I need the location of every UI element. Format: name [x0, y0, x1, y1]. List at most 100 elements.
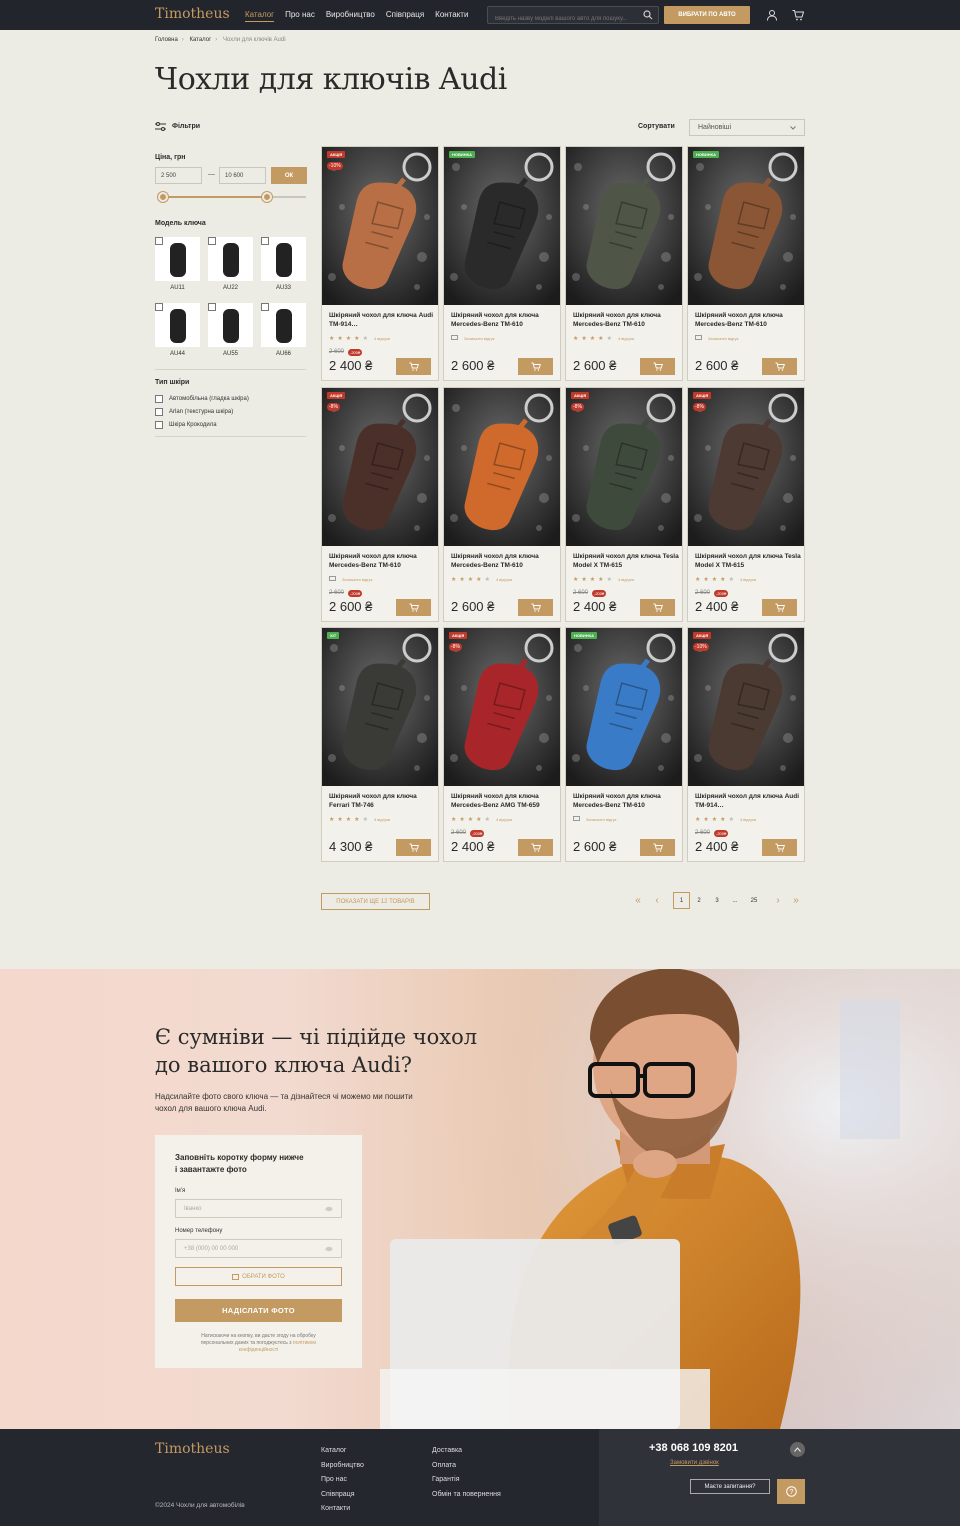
product-card[interactable]: АКЦІЯ -8% Шкіряний чохол для ключа Tesla M…	[565, 387, 683, 622]
checkbox[interactable]	[155, 395, 163, 403]
footer-link[interactable]: Доставка	[432, 1444, 501, 1459]
product-card[interactable]: Шкіряний чохол для ключа Mercedes-Benz T…	[443, 387, 561, 622]
choose-by-car-button[interactable]: ВИБРАТИ ПО АВТО	[664, 6, 750, 24]
page-3[interactable]: 3	[711, 892, 723, 909]
footer-link[interactable]: Гарантія	[432, 1473, 501, 1488]
product-card[interactable]: Шкіряний чохол для ключа Mercedes-Benz T…	[565, 146, 683, 381]
footer-link[interactable]: Обмін та повернення	[432, 1488, 501, 1503]
leave-review[interactable]: Залишити відгук	[573, 816, 616, 822]
review-count[interactable]: 4 відгуки	[618, 577, 634, 582]
checkbox[interactable]	[155, 408, 163, 416]
add-to-cart-button[interactable]	[518, 839, 553, 856]
leather-option-automotive[interactable]: Автомобільна (гладка шкіра)	[155, 395, 249, 403]
callback-link[interactable]: Замовити дзвінок	[670, 1460, 719, 1466]
nav-about[interactable]: Про нас	[285, 10, 315, 22]
checkbox[interactable]	[155, 421, 163, 429]
leather-option-crocodile[interactable]: Шкіра Крокодила	[155, 421, 217, 429]
product-image[interactable]: АКЦІЯ -8%	[322, 388, 438, 546]
checkbox[interactable]	[261, 237, 269, 245]
review-count[interactable]: 4 відгуки	[740, 817, 756, 822]
product-image[interactable]	[444, 388, 560, 546]
product-title[interactable]: Шкіряний чохол для ключа Mercedes-Benz T…	[329, 552, 435, 570]
price-ok-button[interactable]: ОК	[271, 167, 307, 184]
checkbox[interactable]	[155, 237, 163, 245]
product-card[interactable]: АКЦІЯ -10% Шкіряний чохол для ключа Audi T…	[321, 146, 439, 381]
footer-link[interactable]: Каталог	[321, 1444, 364, 1459]
product-title[interactable]: Шкіряний чохол для ключа Ferrari TM-746	[329, 792, 435, 810]
product-card[interactable]: НОВИНКА Шкіряний чохол для ключа Mercedes…	[687, 146, 805, 381]
add-to-cart-button[interactable]	[762, 839, 797, 856]
page-2[interactable]: 2	[693, 892, 705, 909]
add-to-cart-button[interactable]	[518, 358, 553, 375]
product-image[interactable]: АКЦІЯ -10%	[688, 628, 804, 786]
review-count[interactable]: 4 відгуки	[374, 336, 390, 341]
leather-option-arlan[interactable]: Arlan (текстурна шкіра)	[155, 408, 233, 416]
price-slider-max-handle[interactable]	[261, 192, 272, 202]
leave-review[interactable]: Залишити відгук	[329, 576, 372, 582]
product-title[interactable]: Шкіряний чохол для ключа Mercedes-Benz T…	[573, 311, 679, 329]
footer-link[interactable]: Контакти	[321, 1502, 364, 1517]
product-card[interactable]: НОВИНКА Шкіряний чохол для ключа Mercedes…	[443, 146, 561, 381]
product-image[interactable]: АКЦІЯ -8%	[444, 628, 560, 786]
product-title[interactable]: Шкіряний чохол для ключа Mercedes-Benz T…	[695, 311, 801, 329]
review-count[interactable]: 4 відгуки	[374, 817, 390, 822]
footer-link[interactable]: Співпраця	[321, 1488, 364, 1503]
breadcrumb-catalog[interactable]: Каталог	[189, 37, 211, 43]
product-title[interactable]: Шкіряний чохол для ключа Mercedes-Benz T…	[573, 792, 679, 810]
add-to-cart-button[interactable]	[640, 599, 675, 616]
key-model-option[interactable]	[155, 303, 200, 347]
product-card[interactable]: АКЦІЯ -10% Шкіряний чохол для ключа Audi T…	[687, 627, 805, 862]
nav-catalog[interactable]: Каталог	[245, 10, 275, 22]
key-model-option[interactable]	[155, 237, 200, 281]
cart-icon[interactable]	[792, 9, 804, 21]
checkbox[interactable]	[208, 237, 216, 245]
nav-contacts[interactable]: Контакти	[435, 10, 468, 22]
filters-heading[interactable]: Фільтри	[155, 122, 200, 131]
product-title[interactable]: Шкіряний чохол для ключа Mercedes-Benz T…	[451, 552, 557, 570]
search-icon[interactable]	[643, 10, 653, 20]
key-model-option[interactable]	[208, 303, 253, 347]
leave-review[interactable]: Залишити відгук	[451, 335, 494, 341]
footer-logo[interactable]: Timotheus	[155, 1441, 230, 1457]
add-to-cart-button[interactable]	[640, 358, 675, 375]
search-input[interactable]	[488, 11, 638, 27]
add-to-cart-button[interactable]	[762, 599, 797, 616]
product-title[interactable]: Шкіряний чохол для ключа Tesla Model X T…	[695, 552, 801, 570]
first-page-icon[interactable]: «	[632, 892, 644, 909]
product-title[interactable]: Шкіряний чохол для ключа Audi TM-914…	[695, 792, 801, 810]
product-image[interactable]: АКЦІЯ -8%	[688, 388, 804, 546]
user-icon[interactable]	[766, 9, 778, 21]
breadcrumb-home[interactable]: Головна	[155, 37, 178, 43]
review-count[interactable]: 4 відгуки	[740, 577, 756, 582]
nav-cooperation[interactable]: Співпраця	[386, 10, 424, 22]
footer-phone[interactable]: +38 068 109 8201	[649, 1442, 738, 1454]
price-to-input[interactable]: 10 600	[219, 167, 266, 184]
add-to-cart-button[interactable]	[640, 839, 675, 856]
sort-select[interactable]: Найновіші	[689, 119, 805, 136]
product-image[interactable]: НОВИНКА	[444, 147, 560, 305]
product-image[interactable]: АКЦІЯ -10%	[322, 147, 438, 305]
checkbox[interactable]	[208, 303, 216, 311]
product-image[interactable]: НОВИНКА	[566, 628, 682, 786]
send-photo-button[interactable]: НАДІСЛАТИ ФОТО	[175, 1299, 342, 1322]
product-title[interactable]: Шкіряний чохол для ключа Tesla Model X T…	[573, 552, 679, 570]
nav-production[interactable]: Виробництво	[326, 10, 375, 22]
leave-review[interactable]: Залишити відгук	[695, 335, 738, 341]
review-count[interactable]: 4 відгуки	[496, 817, 512, 822]
review-count[interactable]: 4 відгуки	[618, 336, 634, 341]
last-page-icon[interactable]: »	[790, 892, 802, 909]
product-card[interactable]: ХІТ Шкіряний чохол для ключа Ferrari TM-7…	[321, 627, 439, 862]
add-to-cart-button[interactable]	[396, 599, 431, 616]
scroll-top-button[interactable]	[790, 1442, 805, 1457]
phone-field[interactable]: +38 (000) 00 00 000	[175, 1239, 342, 1258]
product-title[interactable]: Шкіряний чохол для ключа Audi TM-914…	[329, 311, 435, 329]
product-card[interactable]: АКЦІЯ -8% Шкіряний чохол для ключа Tesla M…	[687, 387, 805, 622]
page-last[interactable]: 25	[747, 892, 761, 909]
product-image[interactable]	[566, 147, 682, 305]
footer-link[interactable]: Оплата	[432, 1459, 501, 1474]
key-model-option[interactable]	[208, 237, 253, 281]
checkbox[interactable]	[155, 303, 163, 311]
price-slider-min-handle[interactable]	[158, 192, 168, 202]
page-1[interactable]: 1	[673, 892, 690, 909]
price-slider[interactable]	[157, 192, 306, 202]
